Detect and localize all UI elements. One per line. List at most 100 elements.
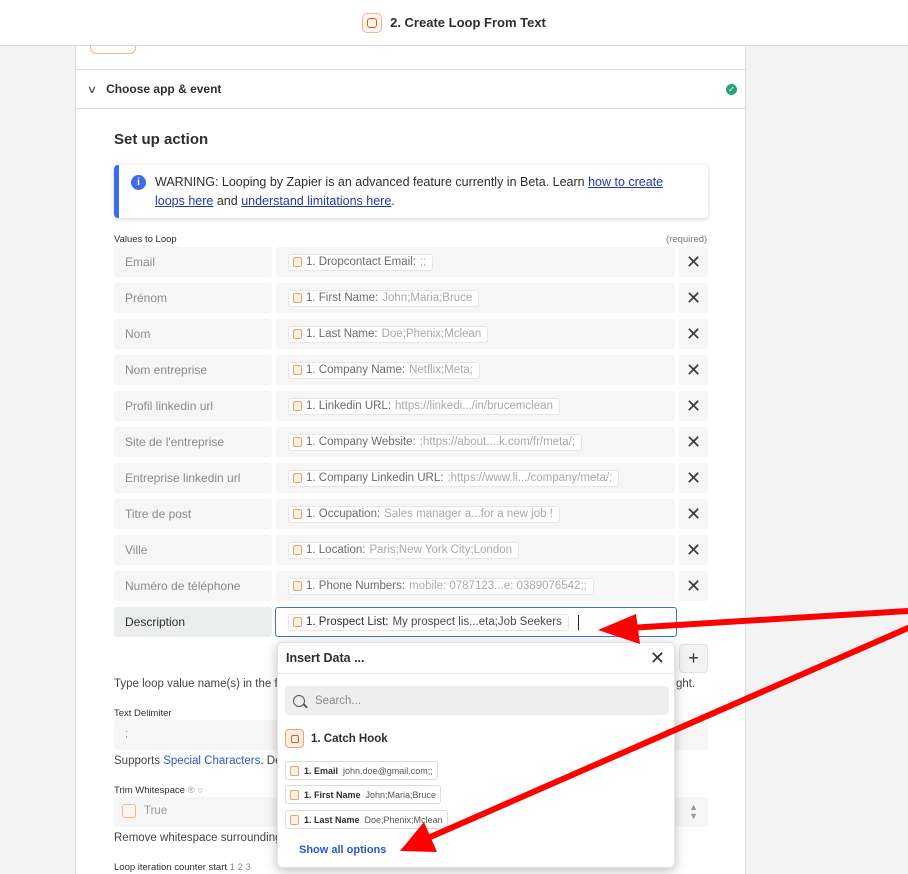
data-pill: 1. Last Name: Doe;Phenix;Mclean <box>288 325 489 343</box>
catch-hook-icon <box>293 473 302 483</box>
catch-hook-icon <box>293 401 302 411</box>
value-key-input[interactable]: Description <box>114 607 272 637</box>
value-key-input[interactable]: Nom <box>114 319 272 349</box>
remove-row-icon[interactable]: ✕ <box>679 571 708 601</box>
add-value-button[interactable]: + <box>679 644 708 673</box>
step-title: 2. Create Loop From Text <box>390 15 546 30</box>
catch-hook-step[interactable]: 1. Catch Hook <box>285 729 388 748</box>
values-to-loop-label: Values to Loop <box>114 234 177 245</box>
remove-row-icon[interactable]: ✕ <box>679 355 708 385</box>
pill-key: 1. Company Website: <box>306 436 416 448</box>
delimiter-value: ; <box>125 728 129 740</box>
catch-hook-icon <box>293 257 302 267</box>
checkmark-icon: ✓ <box>726 84 737 95</box>
search-placeholder: Search... <box>315 694 362 707</box>
value-value-input[interactable]: 1. First Name: John;Maria;Bruce <box>276 283 675 313</box>
pill-key: 1. Company Linkedin URL: <box>306 472 444 484</box>
text-caret <box>577 614 579 630</box>
insert-data-header: Insert Data ... <box>278 643 674 674</box>
remove-row-icon[interactable]: ✕ <box>679 535 708 565</box>
catch-hook-icon <box>293 437 302 447</box>
data-pill: 1. Company Website: ;https://about....k.c… <box>288 433 583 451</box>
remove-row-icon[interactable]: ✕ <box>679 283 708 313</box>
remove-row-icon[interactable]: ✕ <box>679 391 708 421</box>
value-value-input[interactable]: 1. Phone Numbers: mobile: 0787123...e: 03… <box>276 571 675 601</box>
data-pill: 1. Linkedin URL: https://linkedi.../in/br… <box>288 397 560 415</box>
value-row-description: Description 1. Prospect List: My prospec… <box>114 607 708 637</box>
insert-data-option[interactable]: 1. Email john.doe@gmail.com;; <box>285 761 438 780</box>
pill-key: 1. Linkedin URL: <box>306 400 392 412</box>
pill-key: 1. Occupation: <box>306 508 381 520</box>
remove-row-icon[interactable]: ✕ <box>679 247 708 277</box>
value-key-input[interactable]: Prénom <box>114 283 272 313</box>
pill-value: https://linkedi.../in/brucemclean <box>395 400 553 412</box>
value-value-input[interactable]: 1. Prospect List: My prospect lis...eta;… <box>275 607 677 637</box>
value-row: Prénom 1. First Name: John;Maria;Bruce ✕ <box>114 283 708 313</box>
pill-key: 1. Phone Numbers: <box>306 580 406 592</box>
pill-value: Paris;New York City;London <box>369 544 513 556</box>
value-key-input[interactable]: Titre de post <box>114 499 272 529</box>
catch-hook-icon <box>293 545 302 555</box>
choose-app-event-header[interactable]: ∨ Choose app & event ✓ <box>76 69 745 109</box>
pill-value: ;; <box>419 256 427 268</box>
trim-whitespace-label: Trim Whitespace ® ○ <box>114 785 203 796</box>
remove-row-icon[interactable]: ✕ <box>679 319 708 349</box>
option-key: 1. First Name <box>304 789 361 800</box>
value-value-input[interactable]: 1. Dropcontact Email:;; <box>276 247 675 277</box>
value-key-input[interactable]: Entreprise linkedin url <box>114 463 272 493</box>
value-value-input[interactable]: 1. Last Name: Doe;Phenix;Mclean <box>276 319 675 349</box>
catch-hook-icon <box>293 365 302 375</box>
pill-key: 1. Dropcontact Email: <box>306 256 416 268</box>
catch-hook-icon <box>290 814 299 825</box>
option-value: Doe;Phenix;Mclean <box>364 814 443 825</box>
hint-text-tail: ght. <box>676 678 696 690</box>
insert-data-option[interactable]: 1. Last Name Doe;Phenix;Mclean <box>285 810 448 829</box>
required-tag: (required) <box>666 234 708 245</box>
chevron-down-icon: ∨ <box>86 83 98 96</box>
warning-text: WARNING: Looping by Zapier is an advance… <box>155 175 589 189</box>
value-key-input[interactable]: Profil linkedin url <box>114 391 272 421</box>
insert-data-title: Insert Data ... <box>286 651 365 665</box>
value-value-input[interactable]: 1. Occupation: Sales manager a...for a ne… <box>276 499 675 529</box>
value-key-input[interactable]: Numéro de téléphone <box>114 571 272 601</box>
remove-row-icon[interactable]: ✕ <box>679 427 708 457</box>
pill-value: Sales manager a...for a new job ! <box>384 508 553 520</box>
data-pill: 1. First Name: John;Maria;Bruce <box>288 289 480 307</box>
search-icon <box>293 694 305 707</box>
special-characters-link[interactable]: Special Characters <box>163 755 260 767</box>
catch-hook-icon <box>285 729 304 748</box>
catch-hook-icon <box>293 329 302 339</box>
pill-value: mobile: 0787123...e: 0389076542;; <box>409 580 587 592</box>
show-all-options-link[interactable]: Show all options <box>299 844 386 856</box>
value-key-input[interactable]: Nom entreprise <box>114 355 272 385</box>
value-value-input[interactable]: 1. Company Name: Netflix;Meta; <box>276 355 675 385</box>
limitations-link[interactable]: understand limitations here <box>241 194 391 208</box>
value-row: Email 1. Dropcontact Email:;; ✕ <box>114 247 708 277</box>
data-pill: 1. Dropcontact Email:;; <box>288 253 434 271</box>
value-value-input[interactable]: 1. Company Website: ;https://about....k.c… <box>276 427 675 457</box>
value-key-input[interactable]: Site de l'entreprise <box>114 427 272 457</box>
data-pill: 1. Company Linkedin URL: ;https://www.li.… <box>288 469 620 487</box>
value-key-input[interactable]: Email <box>114 247 272 277</box>
warning-text-mid: and <box>213 194 242 208</box>
data-pill: 1. Prospect List: My prospect lis...eta;… <box>288 613 569 631</box>
value-value-input[interactable]: 1. Location: Paris;New York City;London <box>276 535 675 565</box>
catch-hook-icon <box>290 765 299 776</box>
value-value-input[interactable]: 1. Company Linkedin URL: ;https://www.li.… <box>276 463 675 493</box>
option-value: john.doe@gmail.com;; <box>343 765 433 776</box>
remove-whitespace-text: Remove whitespace surrounding <box>114 832 282 844</box>
value-row: Nom 1. Last Name: Doe;Phenix;Mclean ✕ <box>114 319 708 349</box>
value-value-input[interactable]: 1. Linkedin URL: https://linkedi.../in/br… <box>276 391 675 421</box>
pill-value: John;Maria;Bruce <box>382 292 473 304</box>
value-key-input[interactable]: Ville <box>114 535 272 565</box>
loop-app-icon <box>362 12 383 33</box>
value-row: Site de l'entreprise 1. Company Website:;… <box>114 427 708 457</box>
value-row: Nom entreprise 1. Company Name: Netflix;Me… <box>114 355 708 385</box>
pill-key: 1. Last Name: <box>306 328 378 340</box>
search-input[interactable]: Search... <box>285 686 669 715</box>
remove-row-icon[interactable]: ✕ <box>679 499 708 529</box>
insert-data-option[interactable]: 1. First Name John;Maria;Bruce <box>285 785 442 804</box>
remove-row-icon[interactable]: ✕ <box>679 463 708 493</box>
close-icon[interactable]: ✕ <box>650 648 665 669</box>
pill-value: Netflix;Meta; <box>409 364 473 376</box>
